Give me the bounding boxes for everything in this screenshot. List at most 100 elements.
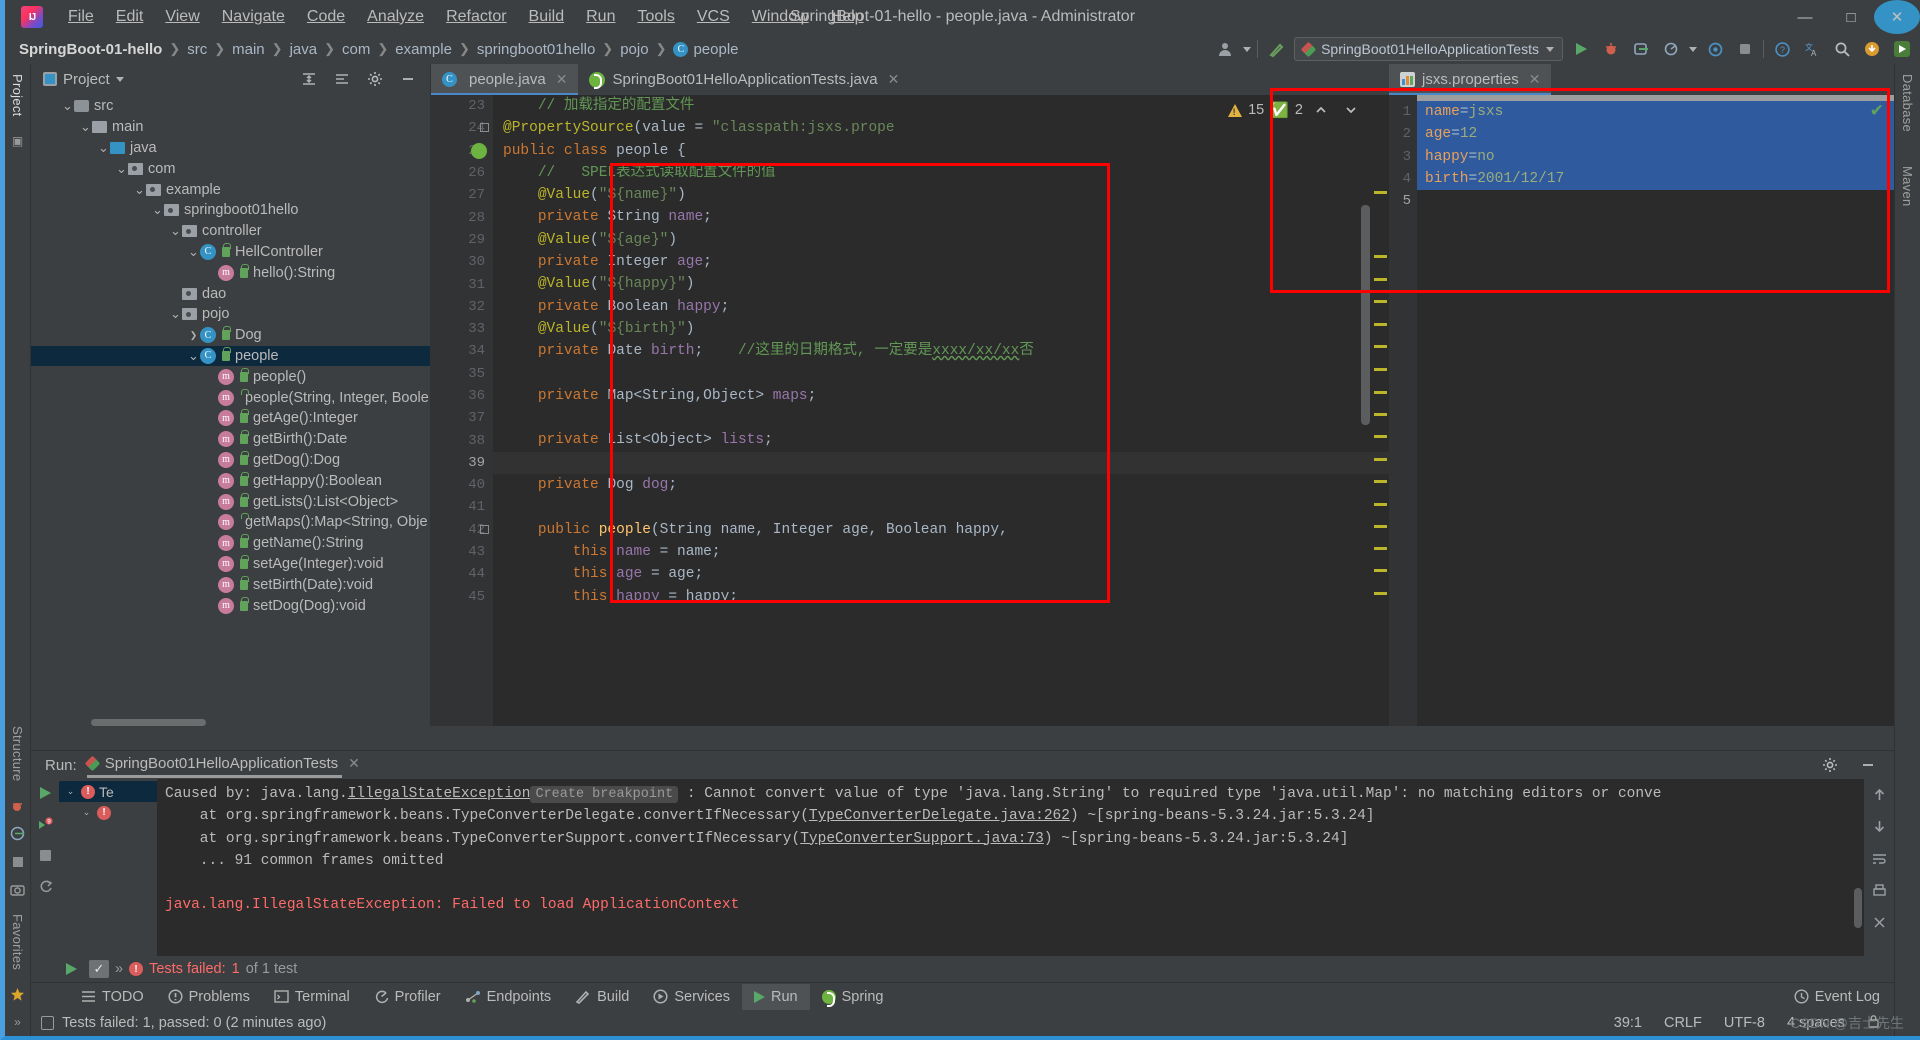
line-number[interactable]: 28 [431,206,493,228]
console-line[interactable]: ... 91 common frames omitted [157,850,1894,872]
editor-main[interactable]: 2324252627282930313233343536373839404142… [431,95,1389,726]
clear-all-icon[interactable] [1870,913,1888,931]
warning-stripe-marker[interactable] [1374,191,1387,194]
test-results-tree[interactable]: ⌄! Te ⌄! [59,779,157,956]
menu-tools[interactable]: Tools [626,5,685,29]
breadcrumb-java[interactable]: java [290,41,318,58]
tree-node[interactable]: ⌄ C HellController [31,242,430,263]
sidebar-item-favorites[interactable]: Favorites [10,904,25,980]
console-line[interactable]: at org.springframework.beans.TypeConvert… [157,805,1894,827]
line-separator[interactable]: CRLF [1664,1015,1702,1031]
tree-node[interactable]: ⌄ java [31,138,430,159]
tree-node[interactable]: m setDog(Dog):void [31,595,430,616]
sidebar-item-structure[interactable]: Structure [10,716,25,791]
expand-console-icon[interactable]: » [115,961,123,977]
line-number[interactable]: 30 [431,251,493,273]
breadcrumb-src[interactable]: src [187,41,207,58]
tree-node[interactable]: m getName():String [31,533,430,554]
code-line[interactable] [493,363,1389,385]
run-configuration-selector[interactable]: SpringBoot01HelloApplicationTests [1294,37,1563,61]
menu-run[interactable]: Run [575,5,626,29]
fold-region-icon[interactable] [480,524,489,534]
close-button[interactable]: ✕ [1874,0,1920,34]
console-line[interactable]: at org.springframework.beans.TypeConvert… [157,828,1894,850]
menu-edit[interactable]: Edit [105,5,155,29]
line-number[interactable]: 33 [431,318,493,340]
debug-button[interactable] [1599,37,1623,61]
breadcrumb-main[interactable]: main [232,41,265,58]
close-icon[interactable]: ✕ [888,71,900,88]
bottom-item-todo[interactable]: TODO [69,984,156,1010]
line-number[interactable]: 45 [431,586,493,608]
warning-stripe-marker[interactable] [1374,391,1387,394]
breadcrumb-example[interactable]: example [395,41,452,58]
breadcrumb-springboot01hello[interactable]: springboot01hello [477,41,595,58]
chevron-down-icon[interactable] [1689,46,1697,52]
search-icon[interactable] [1830,37,1854,61]
chevron-down-icon[interactable] [115,76,124,82]
menu-code[interactable]: Code [296,5,356,29]
tree-node[interactable]: m getLists():List<Object> [31,491,430,512]
code-line[interactable]: private Integer age; [493,251,1389,273]
main-menu[interactable]: File Edit View Navigate Code Analyze Ref… [57,5,875,29]
run-console[interactable]: Caused by: java.lang.IllegalStateExcepti… [157,779,1894,956]
code-line[interactable]: private Dog dog; [493,474,1389,496]
camera-strip-icon[interactable] [8,880,28,900]
breadcrumb-project[interactable]: SpringBoot-01-hello [19,41,162,58]
chevron-down-icon[interactable]: ⌄ [115,161,128,177]
chevron-down-icon[interactable]: ⌄ [97,140,110,156]
run-panel-tab[interactable]: SpringBoot01HelloApplicationTests ✕ [84,755,360,778]
line-number[interactable]: 41 [431,496,493,518]
menu-navigate[interactable]: Navigate [211,5,296,29]
rerun-failed-button[interactable]: 9 [36,815,54,833]
tree-node[interactable]: ⌄ Cpeople [31,345,430,367]
translate-icon[interactable]: 文A [1800,37,1824,61]
code-line[interactable]: this.age = age; [493,563,1389,585]
updates-icon[interactable] [1860,37,1884,61]
tree-node[interactable]: ⌄ src [31,96,430,117]
line-number[interactable]: 44 [431,563,493,585]
warning-stripe-marker[interactable] [1374,345,1387,348]
console-line[interactable] [157,872,1894,894]
line-number[interactable]: 43 [431,541,493,563]
line-number[interactable]: 32 [431,296,493,318]
chevron-down-icon[interactable] [1546,46,1554,52]
chevron-down-icon[interactable]: ⌄ [169,223,182,239]
code-line[interactable]: public class people { [493,140,1389,162]
line-number[interactable]: 37 [431,407,493,429]
warning-stripe-marker[interactable] [1374,592,1387,595]
create-breakpoint-badge[interactable]: Create breakpoint [530,786,679,803]
tree-node[interactable]: m getAge():Integer [31,408,430,429]
chevron-down-icon[interactable]: ⌄ [187,348,200,364]
code-line[interactable]: this.happy = happy; [493,586,1389,608]
code-line[interactable]: this.name = name; [493,541,1389,563]
close-icon[interactable]: ✕ [556,71,568,88]
tree-node[interactable]: ⌄ example [31,179,430,200]
code-line[interactable]: private Boolean happy; [493,296,1389,318]
event-log-button[interactable]: Event Log [1794,989,1880,1005]
gear-icon[interactable] [1818,753,1842,777]
spring-bean-gutter-icon[interactable] [471,142,487,159]
expand-all-icon[interactable] [297,67,321,91]
properties-line-number[interactable]: 4 [1389,168,1417,190]
tree-node[interactable]: ❯ C Dog [31,325,430,346]
properties-line[interactable] [1417,190,1894,212]
tree-node[interactable]: m setAge(Integer):void [31,554,430,575]
sidebar-item-project[interactable]: Project [10,64,25,127]
stop-strip-icon[interactable] [8,852,28,872]
collapse-all-icon[interactable] [330,67,354,91]
line-number[interactable]: 38 [431,429,493,451]
run-with-coverage-button[interactable] [1629,37,1653,61]
warning-stripe-marker[interactable] [1374,368,1387,371]
chevron-down-icon[interactable]: ⌄ [151,202,164,218]
menu-vcs[interactable]: VCS [686,5,741,29]
tree-node[interactable]: m people(String, Integer, Boole [31,387,430,408]
line-number[interactable]: 40 [431,474,493,496]
tree-node[interactable]: m getMaps():Map<String, Obje [31,512,430,533]
stacktrace-link[interactable]: TypeConverterSupport.java:73 [800,831,1044,847]
plugin-run-icon[interactable] [1890,37,1914,61]
breadcrumb-people[interactable]: C people [673,41,739,58]
code-line[interactable] [493,496,1389,518]
warning-stripe-marker[interactable] [1374,300,1387,303]
project-tree[interactable]: ⌄ src ⌄ main ⌄ java ⌄ com ⌄ example ⌄ springboot01h… [31,94,430,726]
